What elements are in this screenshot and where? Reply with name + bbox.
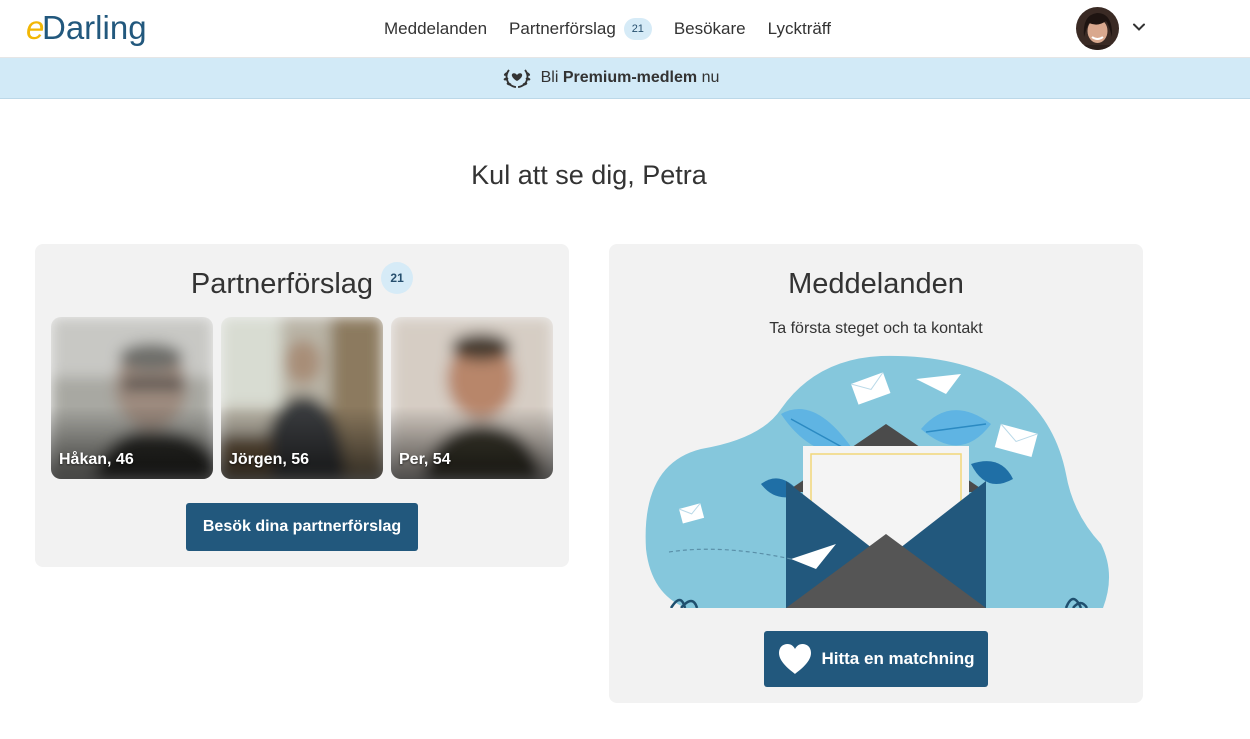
nav-visitors-label: Besökare <box>673 19 746 38</box>
nav-messages-label: Meddelanden <box>384 19 488 38</box>
suggestion-card-per[interactable]: Per, 54 <box>391 317 553 479</box>
find-match-label: Hitta en matchning <box>821 649 975 668</box>
nav-visitors[interactable]: Besökare <box>674 19 746 39</box>
visit-suggestions-button[interactable]: Besök dina partnerförslag <box>186 503 418 551</box>
suggestions-title-row: Partnerförslag 21 <box>35 262 569 301</box>
envelope-illustration <box>645 355 1110 608</box>
nav-suggestions-label: Partnerförslag <box>509 19 616 38</box>
messages-card: Meddelanden Ta första steget och ta kont… <box>609 244 1143 703</box>
banner-suffix: nu <box>701 69 720 86</box>
suggestions-title-badge: 21 <box>381 262 414 294</box>
avatar-image <box>1076 7 1119 50</box>
nav-lucky-match-label: Lyckträff <box>767 19 831 38</box>
suggestions-count-badge: 21 <box>623 18 652 40</box>
suggestion-name-hakan: Håkan, 46 <box>59 451 134 468</box>
svg-text:Darling: Darling <box>42 9 147 46</box>
premium-banner[interactable]: Bli Premium-medlem nu <box>0 58 1250 99</box>
nav-suggestions[interactable]: Partnerförslag 21 <box>509 18 652 40</box>
suggestions-title: Partnerförslag <box>190 268 374 300</box>
suggestion-name-per: Per, 54 <box>399 451 451 468</box>
nav-lucky-match[interactable]: Lyckträff <box>768 19 831 39</box>
laurel-heart-icon <box>503 69 530 88</box>
premium-banner-text: Bli Premium-medlem nu <box>541 69 720 87</box>
greeting-heading: Kul att se dig, Petra <box>471 160 707 190</box>
banner-prefix: Bli <box>540 69 559 86</box>
heart-icon <box>779 644 812 674</box>
partner-suggestions-card: Partnerförslag 21 Håkan, 46 Jörgen, 56 P… <box>35 244 569 567</box>
suggestion-card-jorgen[interactable]: Jörgen, 56 <box>221 317 383 479</box>
find-match-button[interactable]: Hitta en matchning <box>764 631 988 687</box>
messages-subtitle: Ta första steget och ta kontakt <box>769 320 983 337</box>
main-nav: Meddelanden Partnerförslag 21 Besökare Ly… <box>384 0 853 58</box>
messages-title: Meddelanden <box>788 268 964 300</box>
suggestion-card-hakan[interactable]: Håkan, 46 <box>51 317 213 479</box>
edarling-logo[interactable]: e Darling <box>26 8 151 48</box>
nav-messages[interactable]: Meddelanden <box>384 19 487 39</box>
top-header: e Darling Meddelanden Partnerförslag 21 B… <box>0 0 1250 58</box>
banner-highlight: Premium-medlem <box>562 69 698 86</box>
suggestion-name-jorgen: Jörgen, 56 <box>229 451 310 468</box>
chevron-down-icon[interactable] <box>1131 19 1147 35</box>
suggestion-photos: Håkan, 46 Jörgen, 56 Per, 54 <box>51 317 561 479</box>
user-avatar[interactable] <box>1076 7 1119 50</box>
